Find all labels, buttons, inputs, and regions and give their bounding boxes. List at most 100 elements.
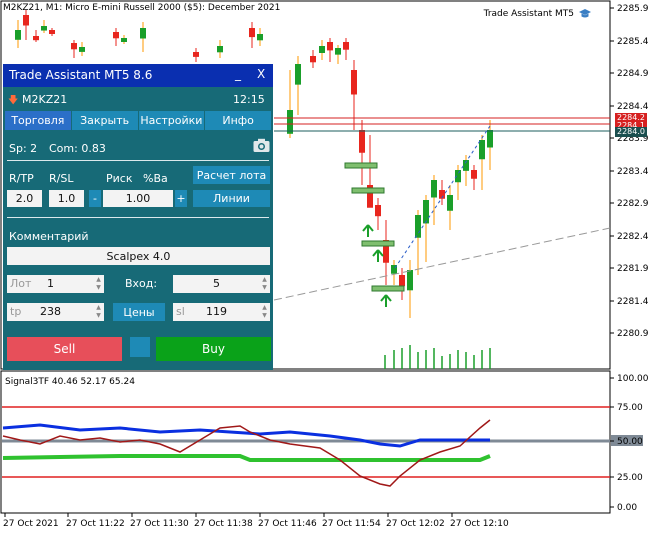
candle-body <box>249 28 255 38</box>
candle-body <box>23 15 29 26</box>
panel-symbol: M2KZ21 <box>22 93 68 106</box>
close-button[interactable]: X <box>257 67 265 81</box>
separator-2 <box>7 217 269 218</box>
spread-text: Sp: 2 <box>9 142 38 155</box>
candle-body <box>487 130 493 148</box>
lot-field[interactable]: Лот 1 ▲ ▼ <box>7 275 104 293</box>
tab-trade[interactable]: Торговля <box>5 111 71 130</box>
time-tick-label: 27 Oct 11:30 <box>130 519 189 529</box>
indicator-tick-label: 50.00 <box>617 437 643 447</box>
candle-body <box>335 48 341 55</box>
entry-level-box <box>361 240 395 247</box>
tp-spinner-icon[interactable]: ▲ ▼ <box>95 304 102 320</box>
sl-field[interactable]: sl 119 ▲ ▼ <box>173 303 270 321</box>
price-tick-label: 2281.9 <box>617 264 649 274</box>
prices-button[interactable]: Цены <box>113 303 165 321</box>
candle-body <box>41 26 47 31</box>
indicator-tick-label: 100.00 <box>617 374 649 384</box>
middle-toggle-button[interactable] <box>130 337 150 357</box>
risk-label: Риск <box>106 172 133 185</box>
sell-button[interactable]: Sell <box>7 337 122 361</box>
candle-body <box>217 46 223 53</box>
tab-close[interactable]: Закрыть <box>71 111 138 130</box>
entry-label: Вход: <box>125 277 158 290</box>
candle-body <box>375 205 381 217</box>
graduation-cap-icon <box>579 9 591 18</box>
entry-level-box <box>371 285 405 292</box>
sl-spinner-icon[interactable]: ▲ ▼ <box>261 304 268 320</box>
entry-level-box <box>351 187 385 194</box>
sl-value[interactable]: 119 <box>173 305 260 318</box>
tab-settings[interactable]: Настройки <box>138 111 205 130</box>
risk-input[interactable]: 1.00 <box>103 190 173 207</box>
rsl-input[interactable]: 1.0 <box>49 190 84 207</box>
panel-tabs: Торговля Закрыть Настройки Инфо <box>5 111 271 130</box>
arrow-down-icon: 🡇 <box>8 95 19 106</box>
risk-decrease-button[interactable]: - <box>89 190 101 207</box>
comment-input[interactable]: Scalpex 4.0 <box>7 247 270 265</box>
candle-body <box>359 130 365 153</box>
price-tick-label: 2284.4 <box>617 102 649 112</box>
indicator-label: Signal3TF 40.46 52.17 65.24 <box>5 377 135 387</box>
price-tick-label: 2281.4 <box>617 297 649 307</box>
candle-body <box>79 47 85 52</box>
candle-body <box>471 170 477 179</box>
assistant-label: Trade Assistant MT5 <box>484 8 592 20</box>
price-axis: 2285.92285.42284.92284.42283.92283.42282… <box>610 4 649 339</box>
minimize-button[interactable]: _ <box>235 67 241 81</box>
comment-label: Комментарий <box>9 230 89 243</box>
lot-calc-button[interactable]: Расчет лота <box>193 166 270 184</box>
time-tick-label: 27 Oct 11:38 <box>194 519 253 529</box>
rtp-label: R/TP <box>9 172 34 185</box>
time-tick-label: 27 Oct 12:10 <box>450 519 509 529</box>
entry-level-box <box>344 162 378 169</box>
chart-title: M2KZ21, M1: Micro E-mini Russell 2000 ($… <box>3 3 281 13</box>
panel-title: Trade Assistant MT5 8.6 <box>9 68 153 82</box>
time-tick-label: 27 Oct 11:22 <box>66 519 125 529</box>
assistant-label-text: Trade Assistant MT5 <box>483 9 574 19</box>
entry-field[interactable]: 5 ▲ ▼ <box>173 275 270 293</box>
entry-value[interactable]: 5 <box>173 277 260 290</box>
lot-spinner-icon[interactable]: ▲ ▼ <box>95 276 102 292</box>
indicator-axis: 100.00 75.00 50.00 25.00 0.00 <box>610 374 649 513</box>
candle-body <box>33 36 39 41</box>
camera-icon[interactable] <box>253 138 270 153</box>
tp-field[interactable]: tp 238 ▲ ▼ <box>7 303 104 321</box>
candle-body <box>479 140 485 160</box>
entry-spinner-icon[interactable]: ▲ ▼ <box>261 276 268 292</box>
indicator-tick-label: 75.00 <box>617 403 643 413</box>
price-tick-label: 2285.4 <box>617 37 649 47</box>
candle-body <box>49 30 55 34</box>
price-tick-label: 2283.4 <box>617 167 649 177</box>
rsl-label: R/SL <box>49 172 74 185</box>
trade-assistant-panel[interactable]: Trade Assistant MT5 8.6 _ X 🡇 M2KZ21 12:… <box>3 64 273 370</box>
price-tick-label: 2282.9 <box>617 199 649 209</box>
candle-body <box>257 34 263 41</box>
tab-info[interactable]: Инфо <box>205 111 271 130</box>
candle-body <box>415 215 421 238</box>
price-tick-label: 2284.9 <box>617 69 649 79</box>
candle-body <box>295 64 301 85</box>
lines-button[interactable]: Линии <box>193 190 270 207</box>
candle-body <box>140 28 146 39</box>
candle-body <box>447 195 453 211</box>
candle-body <box>15 30 21 40</box>
panel-time: 12:15 <box>233 93 265 106</box>
candle-body <box>319 46 325 53</box>
candle-body <box>287 110 293 134</box>
commission-text: Com: 0.83 <box>49 142 106 155</box>
lot-value[interactable]: 1 <box>7 277 94 290</box>
candle-body <box>113 32 119 39</box>
time-tick-label: 27 Oct 12:02 <box>386 519 445 529</box>
candle-body <box>121 38 127 42</box>
candle-body <box>423 200 429 224</box>
rtp-input[interactable]: 2.0 <box>7 190 42 207</box>
candle-body <box>431 180 437 198</box>
tp-value[interactable]: 238 <box>7 305 94 318</box>
time-tick-label: 27 Oct 11:54 <box>322 519 381 529</box>
candle-body <box>351 70 357 95</box>
buy-button[interactable]: Buy <box>156 337 271 361</box>
risk-increase-button[interactable]: + <box>175 190 187 207</box>
price-tick-label: 2280.9 <box>617 329 649 339</box>
panel-titlebar[interactable]: Trade Assistant MT5 8.6 _ X <box>3 64 273 87</box>
